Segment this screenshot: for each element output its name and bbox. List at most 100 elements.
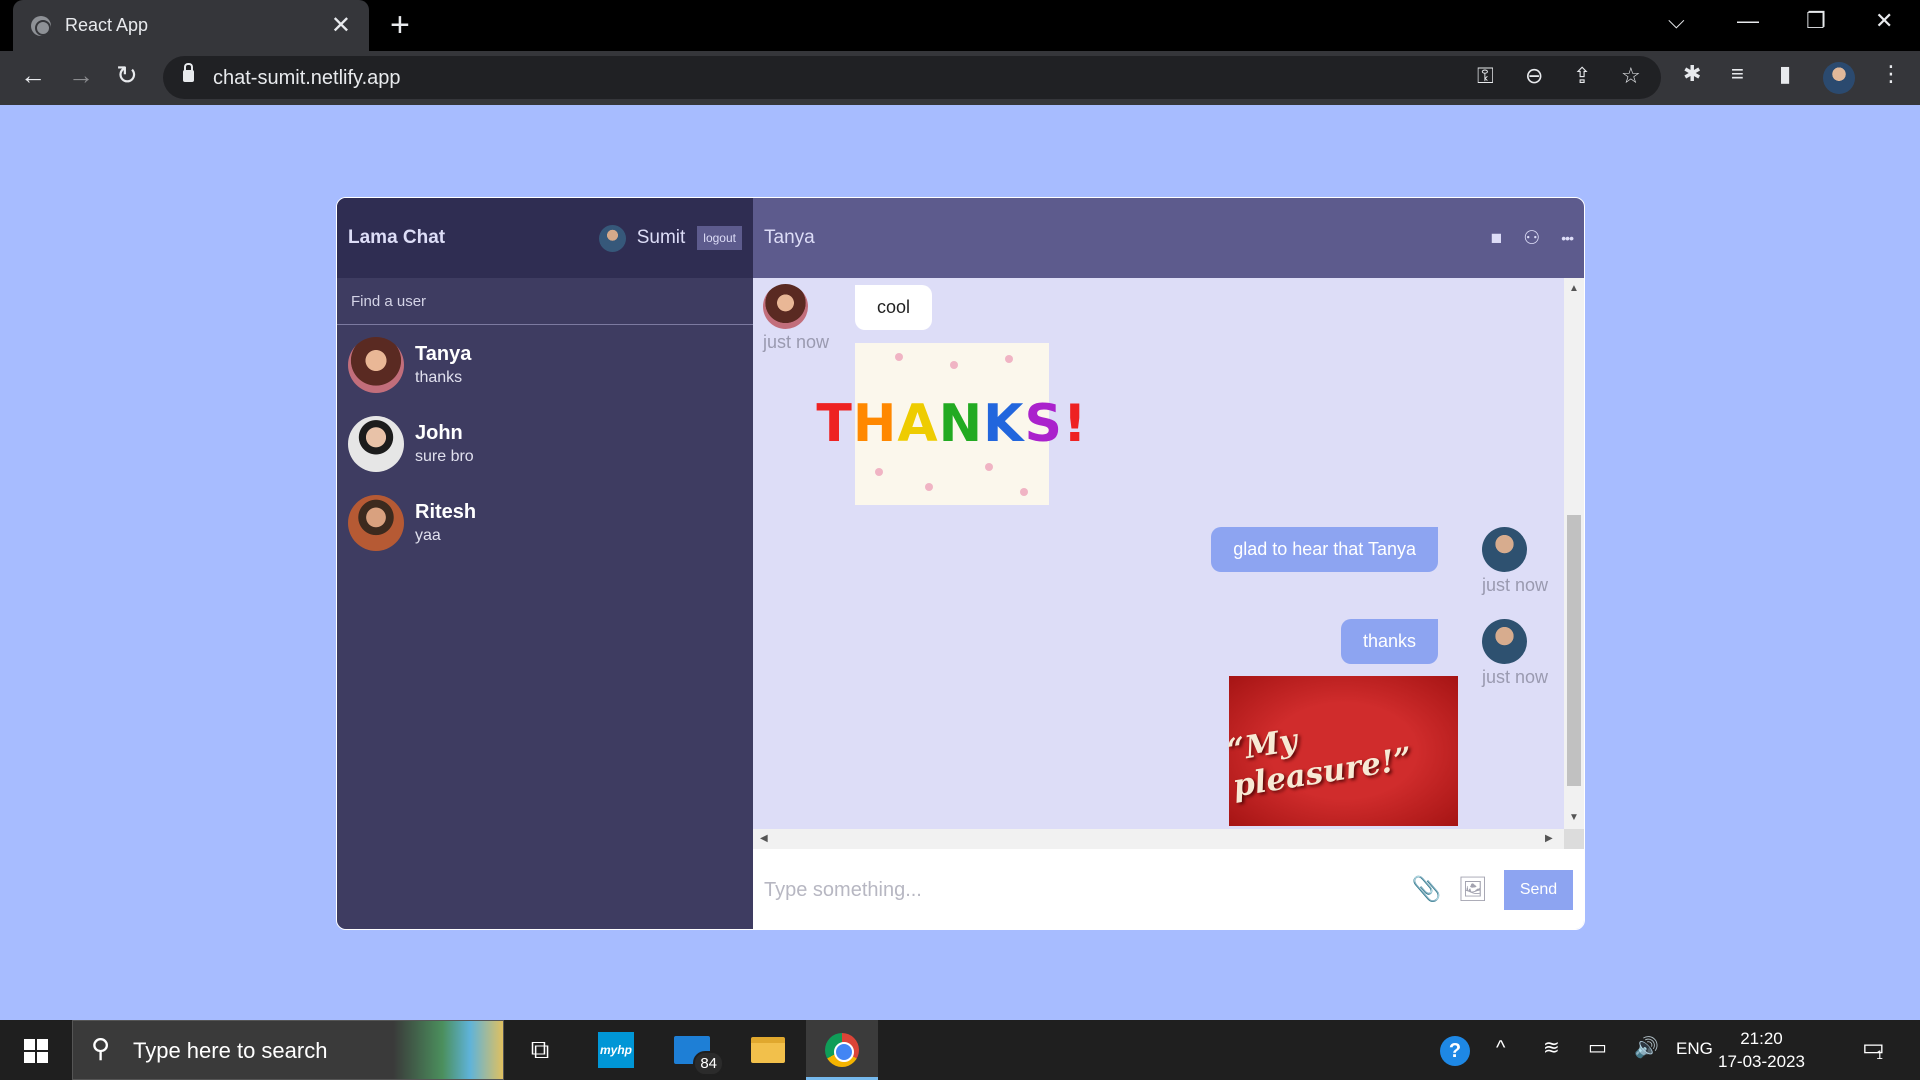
logout-button[interactable]: logout (697, 226, 742, 250)
key-icon[interactable]: ⚿ (1477, 65, 1494, 87)
current-user-name: Sumit (636, 227, 686, 248)
extensions-icon[interactable]: ✱ (1683, 63, 1701, 85)
chat-last-message: yaa (415, 526, 441, 544)
close-tab-icon[interactable]: ✕ (331, 13, 351, 38)
address-bar[interactable]: chat-sumit.netlify.app ⚿ ⊖ ⇪ ☆ (163, 56, 1661, 99)
chat-title: Tanya (764, 227, 815, 248)
windows-start-icon[interactable] (24, 1039, 48, 1063)
chrome-taskbar-item[interactable] (806, 1020, 878, 1080)
zoom-icon[interactable]: ⊖ (1525, 65, 1543, 87)
scroll-thumb[interactable] (1567, 515, 1581, 786)
close-window-button[interactable]: ✕ (1875, 10, 1893, 32)
reload-button[interactable]: ↻ (116, 62, 138, 88)
language-indicator[interactable]: ENG (1676, 1040, 1713, 1057)
pleasure-image-text: “My pleasure!” (1224, 722, 1415, 805)
forward-button[interactable]: → (68, 62, 94, 88)
restore-button[interactable]: ❐ (1806, 10, 1826, 32)
user-search (337, 278, 753, 325)
browser-tab[interactable]: React App ✕ (13, 0, 369, 51)
chat-app-container: Lama Chat Sumit logout Tanya thanks John… (336, 197, 1585, 930)
folder-icon (751, 1037, 785, 1063)
messages-area: just now cool THANKS! glad to hear that … (753, 278, 1564, 829)
message-input-bar: 📎 🖼 Send (753, 849, 1584, 929)
notification-center[interactable]: ▭ 1 (1862, 1036, 1897, 1062)
chat-list-item-tanya[interactable]: Tanya thanks (337, 325, 753, 404)
task-view-icon[interactable]: ⧉ (520, 1030, 560, 1070)
current-user-avatar (598, 224, 626, 252)
more-options-icon[interactable]: ••• (1561, 231, 1574, 245)
tab-title: React App (65, 15, 149, 35)
chat-list-item-john[interactable]: John sure bro (337, 404, 753, 483)
side-panel-icon[interactable]: ▮ (1779, 63, 1791, 85)
new-tab-button[interactable]: + (390, 8, 410, 42)
chat-last-message: thanks (415, 368, 463, 386)
avatar (348, 415, 404, 472)
bookmark-star-icon[interactable]: ☆ (1621, 65, 1641, 87)
scroll-down-arrow[interactable]: ▼ (1569, 813, 1579, 823)
add-user-icon[interactable]: ⚇ (1523, 229, 1540, 248)
message-bubble: thanks (1340, 619, 1438, 664)
system-clock[interactable]: 21:20 17-03-2023 (1718, 1027, 1805, 1073)
send-button[interactable]: Send (1504, 870, 1573, 910)
vertical-scrollbar[interactable]: ▲ ▼ (1564, 278, 1584, 829)
share-icon[interactable]: ⇪ (1573, 65, 1591, 87)
sidebar: Lama Chat Sumit logout Tanya thanks John… (337, 198, 753, 929)
search-highlight-art (393, 1021, 503, 1079)
notification-count: 1 (1876, 1048, 1883, 1062)
video-camera-icon[interactable]: ■ (1491, 229, 1502, 248)
help-tray[interactable]: ? (1440, 1036, 1470, 1066)
mail-icon: 84 (674, 1036, 724, 1076)
scroll-up-arrow[interactable]: ▲ (1569, 284, 1579, 294)
wifi-icon[interactable]: ≋ (1543, 1038, 1560, 1058)
taskbar-search[interactable]: ⚲ Type here to search (72, 1020, 504, 1080)
avatar (348, 336, 404, 393)
chat-panel: Tanya ■ ⚇ ••• just now cool THANKS! glad… (753, 198, 1584, 929)
message-image-my-pleasure[interactable]: “My pleasure!” (1225, 676, 1458, 826)
scroll-left-arrow[interactable]: ◀ (760, 834, 768, 844)
message-time: just now (1482, 667, 1549, 687)
media-control-icon[interactable]: ≡ (1731, 63, 1744, 85)
chat-name: Tanya (415, 342, 472, 365)
profile-avatar[interactable] (1823, 62, 1855, 94)
browser-toolbar: ← → ↻ chat-sumit.netlify.app ⚿ ⊖ ⇪ ☆ ✱ ≡… (0, 51, 1920, 105)
message-input[interactable] (764, 878, 1412, 902)
thanks-image-text: THANKS! (816, 394, 1088, 454)
message-avatar (763, 284, 808, 329)
chat-header: Tanya ■ ⚇ ••• (753, 198, 1584, 278)
find-user-input[interactable] (351, 292, 739, 310)
message-bubble: cool (855, 285, 933, 330)
app-logo: Lama Chat (348, 227, 446, 248)
battery-icon[interactable]: ▭ (1588, 1038, 1607, 1058)
message-image-thanks[interactable]: THANKS! (816, 343, 1087, 505)
clock-time: 21:20 (1740, 1029, 1783, 1048)
mail-unread-badge: 84 (693, 1051, 724, 1076)
message-bubble: glad to hear that Tanya (1211, 527, 1438, 572)
image-upload-icon[interactable]: 🖼 (1458, 878, 1488, 902)
message-time: just now (1482, 575, 1549, 595)
volume-icon[interactable]: 🔊 (1634, 1038, 1659, 1058)
chrome-icon (825, 1033, 859, 1067)
file-explorer-icon[interactable] (748, 1030, 788, 1070)
scroll-right-arrow[interactable]: ▶ (1545, 834, 1553, 844)
show-hidden-icons-chevron[interactable]: ^ (1496, 1038, 1505, 1058)
avatar (348, 494, 404, 551)
attach-icon[interactable]: 📎 (1412, 878, 1442, 902)
taskbar-search-placeholder: Type here to search (133, 1038, 328, 1063)
url-text[interactable]: chat-sumit.netlify.app (213, 67, 401, 90)
tab-search-icon[interactable]: ⌵ (1668, 10, 1685, 32)
lock-icon[interactable] (183, 63, 194, 82)
browser-menu-icon[interactable]: ⋮ (1880, 63, 1902, 85)
myhp-app-icon[interactable]: myhp (596, 1030, 636, 1070)
back-button[interactable]: ← (20, 62, 46, 88)
sidebar-header: Lama Chat Sumit logout (337, 198, 753, 278)
chat-info: John sure bro (415, 422, 474, 466)
chat-info: Tanya thanks (415, 343, 471, 387)
scrollbar-corner (1564, 829, 1584, 849)
horizontal-scrollbar[interactable]: ◀ ▶ (753, 829, 1584, 849)
chat-list-item-ritesh[interactable]: Ritesh yaa (337, 483, 753, 562)
hp-logo: myhp (598, 1032, 634, 1068)
minimize-button[interactable]: — (1737, 10, 1759, 32)
chat-name: Ritesh (415, 500, 477, 523)
mail-app-icon[interactable]: 84 (672, 1030, 724, 1076)
browser-tabbar: React App ✕ + ⌵ — ❐ ✕ (0, 0, 1920, 51)
